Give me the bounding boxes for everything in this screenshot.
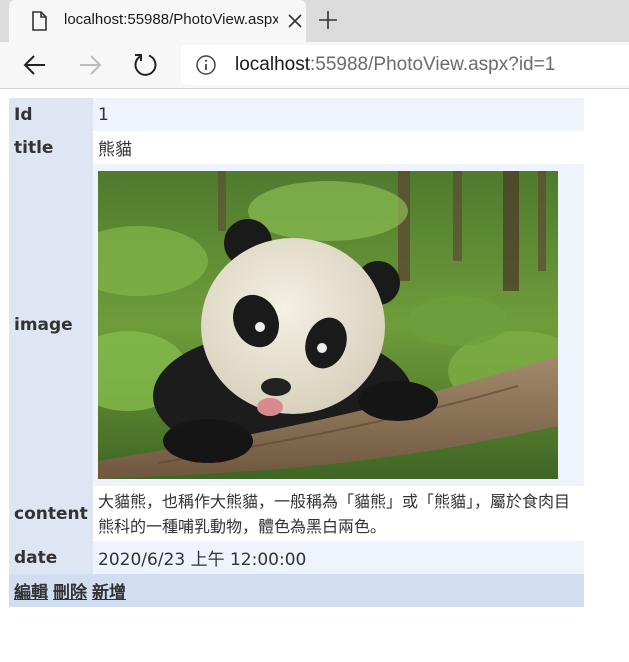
- forward-arrow-icon[interactable]: [76, 51, 104, 79]
- details-row-content: content 大貓熊，也稱作大熊貓，一般稱為「貓熊」或「熊貓」，屬於食肉目熊科…: [9, 486, 584, 541]
- details-row-image: image: [9, 164, 584, 486]
- info-icon[interactable]: [195, 54, 217, 76]
- field-header: date: [9, 541, 93, 574]
- tab-strip: localhost:55988/PhotoView.aspx?id=1: [0, 0, 629, 42]
- browser-tab[interactable]: localhost:55988/PhotoView.aspx?id=1: [9, 0, 306, 42]
- field-header: Id: [9, 98, 93, 131]
- details-row-title: title 熊貓: [9, 131, 584, 164]
- close-icon[interactable]: [285, 11, 305, 31]
- field-header: title: [9, 131, 93, 164]
- panda-photo: [98, 171, 558, 479]
- field-header: content: [9, 486, 93, 541]
- tab-title: localhost:55988/PhotoView.aspx?id=1: [64, 11, 278, 28]
- new-link[interactable]: 新增: [92, 583, 126, 603]
- url-text: localhost:55988/PhotoView.aspx?id=1: [235, 54, 555, 76]
- field-value: 大貓熊，也稱作大熊貓，一般稱為「貓熊」或「熊貓」，屬於食肉目熊科的一種哺乳動物，…: [93, 486, 584, 541]
- page-icon: [32, 11, 47, 31]
- address-bar[interactable]: localhost:55988/PhotoView.aspx?id=1: [181, 45, 629, 85]
- edit-link[interactable]: 編輯: [14, 583, 48, 603]
- details-row-date: date 2020/6/23 上午 12:00:00: [9, 541, 584, 574]
- url-host: localhost: [235, 54, 310, 75]
- details-view: Id 1 title 熊貓 image content 大貓熊，也稱作大熊貓，一…: [9, 98, 584, 607]
- command-row: 編輯 刪除 新增: [9, 574, 584, 607]
- url-path: :55988/PhotoView.aspx?id=1: [310, 54, 556, 75]
- details-row-id: Id 1: [9, 98, 584, 131]
- refresh-icon[interactable]: [131, 51, 159, 79]
- back-arrow-icon[interactable]: [21, 51, 49, 79]
- plus-icon[interactable]: [317, 9, 339, 31]
- field-header: image: [9, 164, 93, 486]
- field-value: 1: [93, 98, 584, 131]
- browser-toolbar: localhost:55988/PhotoView.aspx?id=1: [0, 42, 629, 89]
- field-value: [93, 164, 584, 486]
- field-value: 熊貓: [93, 131, 584, 164]
- delete-link[interactable]: 刪除: [53, 583, 87, 603]
- command-cell: 編輯 刪除 新增: [9, 574, 584, 607]
- field-value: 2020/6/23 上午 12:00:00: [93, 541, 584, 574]
